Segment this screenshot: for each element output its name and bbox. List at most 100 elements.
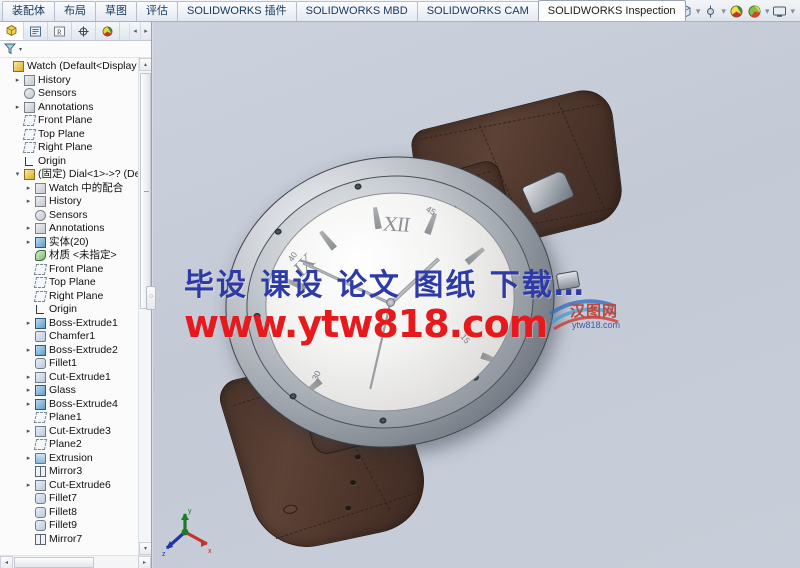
tree-node[interactable]: ▸Origin <box>0 303 151 317</box>
tree-node[interactable]: ▸Origin <box>0 155 151 169</box>
tree-node-label: Fillet1 <box>47 357 77 370</box>
tree-node[interactable]: ▸实体(20) <box>0 236 151 250</box>
tree-expander-icon[interactable]: ▸ <box>24 344 33 357</box>
tree-expander-icon[interactable]: ▸ <box>24 479 33 492</box>
tree-node[interactable]: ▸Sensors <box>0 87 151 101</box>
scroll-down-button[interactable]: ▾ <box>139 542 151 555</box>
mates-icon <box>33 183 47 194</box>
svg-text:x: x <box>208 548 212 555</box>
tree-expander-icon[interactable]: ▸ <box>24 236 33 249</box>
tree-node[interactable]: ▸Chamfer1 <box>0 330 151 344</box>
tree-node[interactable]: ▸Boss-Extrude1 <box>0 317 151 331</box>
tree-node[interactable]: ▸Cut-Extrude3 <box>0 425 151 439</box>
tree-node[interactable]: ▸材质 <未指定> <box>0 249 151 263</box>
tree-expander-icon[interactable]: ▸ <box>24 317 33 330</box>
tree-expander-icon[interactable]: ▸ <box>24 398 33 411</box>
dropdown-arrow-icon-2[interactable]: ▾ <box>695 6 702 17</box>
tree-node[interactable]: ▸Fillet8 <box>0 506 151 520</box>
panel-splitter-handle[interactable] <box>146 286 156 310</box>
tree-horizontal-scrollbar[interactable]: ◂ ▸ <box>0 555 151 568</box>
coordinate-triad: x y z <box>161 506 217 558</box>
dropdown-arrow-icon-3[interactable]: ▾ <box>720 6 727 17</box>
tree-expander-icon[interactable]: ▸ <box>13 74 22 87</box>
tree-node[interactable]: ▾(固定) Dial<1>->? (Default<<De <box>0 168 151 182</box>
tree-expander-icon[interactable]: ▾ <box>13 168 22 181</box>
panel-tab-prev[interactable]: ◂ <box>129 23 140 40</box>
tree-node[interactable]: ▸Front Plane <box>0 114 151 128</box>
tree-node[interactable]: ▸Mirror3 <box>0 465 151 479</box>
display-manager-tab[interactable] <box>96 22 120 40</box>
plane-icon <box>33 277 47 288</box>
configuration-manager-tab[interactable]: R <box>48 22 72 40</box>
tree-node[interactable]: ▸Mirror7 <box>0 533 151 547</box>
dimxpert-manager-tab[interactable] <box>72 22 96 40</box>
tree-node[interactable]: ▸Fillet1 <box>0 357 151 371</box>
ribbon-tab-1[interactable]: 布局 <box>54 1 96 21</box>
tree-expander-icon[interactable]: ▸ <box>24 425 33 438</box>
property-manager-tab[interactable] <box>24 22 48 40</box>
tree-node[interactable]: ▸Boss-Extrude2 <box>0 344 151 358</box>
ribbon-tab-4[interactable]: SOLIDWORKS 插件 <box>177 1 297 21</box>
viewport-layout-icon[interactable] <box>771 3 788 20</box>
dropdown-arrow-icon-4[interactable]: ▾ <box>764 6 771 17</box>
tree-node[interactable]: ▸Glass <box>0 384 151 398</box>
tree-expander-spacer: ▸ <box>24 492 33 505</box>
tree-node[interactable]: ▸Right Plane <box>0 290 151 304</box>
filter-icon[interactable]: ▾ <box>3 42 22 56</box>
tree-node[interactable]: ▸Extrusion <box>0 452 151 466</box>
tree-node[interactable]: ▸ Cut-Extrude1 <box>0 371 151 385</box>
apply-scene-icon[interactable] <box>728 3 745 20</box>
tree-node[interactable]: ▸Top Plane <box>0 128 151 142</box>
ribbon-tab-7[interactable]: SOLIDWORKS Inspection <box>538 0 686 21</box>
tree-node[interactable]: ▸Watch (Default<Display State-1>) <box>0 60 151 74</box>
scroll-left-button[interactable]: ◂ <box>0 556 13 568</box>
ribbon-tab-0[interactable]: 装配体 <box>2 1 55 21</box>
ribbon-tab-6[interactable]: SOLIDWORKS CAM <box>417 1 539 21</box>
plane-icon <box>22 142 36 153</box>
tree-node[interactable]: ▸Right Plane <box>0 141 151 155</box>
tree-expander-icon[interactable]: ▸ <box>24 222 33 235</box>
tree-expander-spacer: ▸ <box>24 249 33 262</box>
tree-node[interactable]: ▸Cut-Extrude6 <box>0 479 151 493</box>
tree-node[interactable]: ▸History <box>0 74 151 88</box>
tree-node[interactable]: ▸Annotations <box>0 101 151 115</box>
tree-node[interactable]: ▸Fillet9 <box>0 519 151 533</box>
feature-manager-tab[interactable] <box>0 22 24 40</box>
tree-node[interactable]: ▸Fillet7 <box>0 492 151 506</box>
tree-node[interactable]: ▸ Annotations <box>0 222 151 236</box>
vertical-scroll-thumb[interactable] <box>140 73 151 309</box>
dial-numeral-12: XII <box>381 212 411 238</box>
tree-node-label: Watch 中的配合 <box>47 182 123 195</box>
tree-node-label: Cut-Extrude1 <box>47 371 111 384</box>
ribbon-tab-3[interactable]: 评估 <box>136 1 178 21</box>
tree-node[interactable]: ▸Top Plane <box>0 276 151 290</box>
sensors-icon <box>33 210 47 221</box>
tree-node-label: Fillet8 <box>47 506 77 519</box>
feature-tree[interactable]: ▸Watch (Default<Display State-1>)▸Histor… <box>0 58 151 555</box>
tree-node-label: Annotations <box>47 222 104 235</box>
view-settings-icon[interactable] <box>746 3 763 20</box>
tree-node[interactable]: ▸Boss-Extrude4 <box>0 398 151 412</box>
ribbon-tab-5[interactable]: SOLIDWORKS MBD <box>296 1 418 21</box>
tree-node[interactable]: ▸ Watch 中的配合 <box>0 182 151 196</box>
tree-node[interactable]: ▸Plane1 <box>0 411 151 425</box>
panel-tab-next[interactable]: ▸ <box>140 23 151 40</box>
tree-expander-icon[interactable]: ▸ <box>24 182 33 195</box>
ribbon-tab-2[interactable]: 草图 <box>95 1 137 21</box>
dropdown-arrow-icon-5[interactable]: ▾ <box>789 6 796 17</box>
tree-expander-icon[interactable]: ▸ <box>13 101 22 114</box>
tree-node[interactable]: ▸History <box>0 195 151 209</box>
tree-expander-icon[interactable]: ▸ <box>24 195 33 208</box>
horizontal-scroll-thumb[interactable] <box>14 557 94 568</box>
tree-expander-icon[interactable]: ▸ <box>24 384 33 397</box>
scroll-right-button[interactable]: ▸ <box>138 556 151 568</box>
tree-node[interactable]: ▸Front Plane <box>0 263 151 277</box>
graphics-viewport[interactable]: XII IX 45 40 15 30 <box>153 22 800 568</box>
tree-expander-icon[interactable]: ▸ <box>24 371 33 384</box>
scroll-up-button[interactable]: ▴ <box>139 58 151 71</box>
tree-expander-icon[interactable]: ▸ <box>24 452 33 465</box>
hide-show-items-icon[interactable] <box>702 3 719 20</box>
tree-node[interactable]: ▸Sensors <box>0 209 151 223</box>
tree-expander-spacer: ▸ <box>24 411 33 424</box>
tree-node[interactable]: ▸Plane2 <box>0 438 151 452</box>
